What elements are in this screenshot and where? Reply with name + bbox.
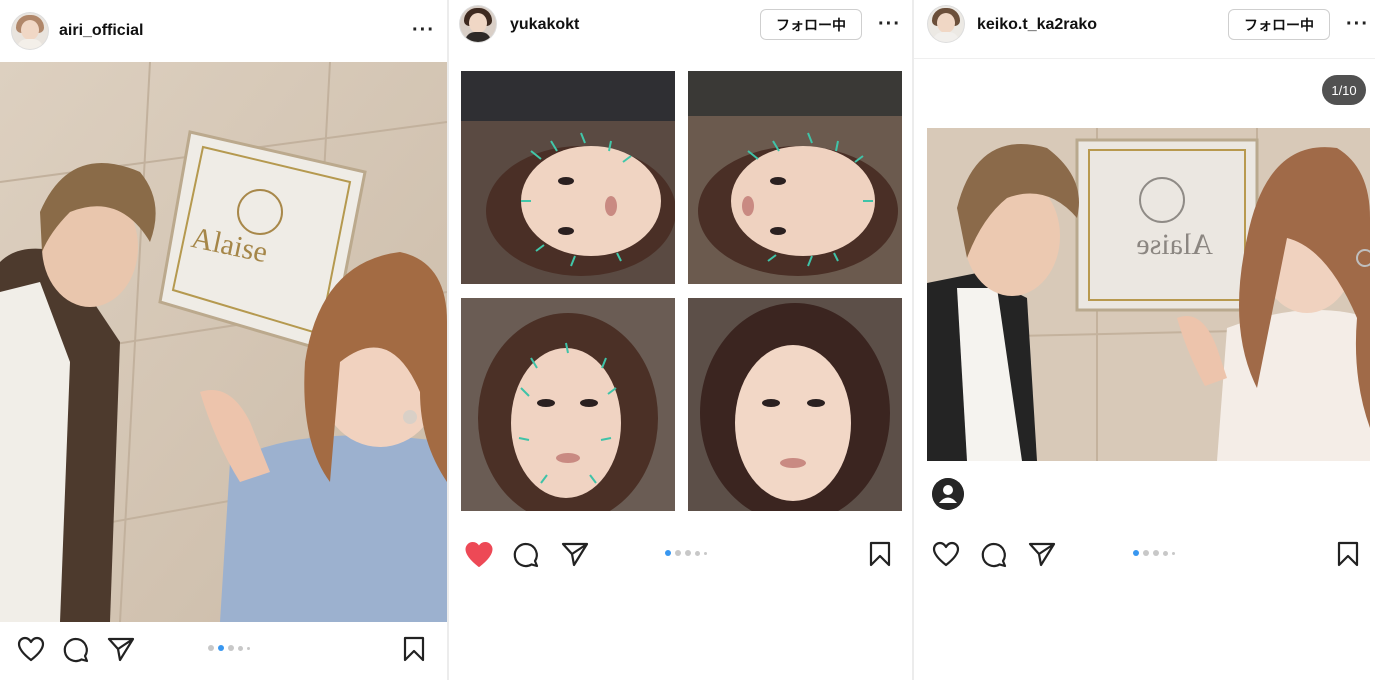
carousel-dot	[675, 550, 681, 556]
svg-text:Alaise: Alaise	[1136, 228, 1213, 261]
share-icon[interactable]	[107, 636, 135, 662]
carousel-dot	[238, 645, 243, 651]
carousel-dot	[695, 550, 700, 556]
carousel-dot	[704, 551, 707, 555]
comment-icon[interactable]	[980, 541, 1008, 569]
photo-illustration	[461, 298, 675, 511]
carousel-indicator	[665, 550, 707, 556]
heart-icon[interactable]	[932, 541, 960, 567]
post-header: yukakokt フォロー中 ···	[449, 0, 912, 60]
carousel-dot-active	[1133, 550, 1139, 556]
username[interactable]: airi_official	[59, 22, 143, 40]
grid-photo-3[interactable]	[461, 298, 675, 511]
carousel-dot	[228, 645, 234, 651]
post-header: airi_official ···	[0, 0, 447, 60]
photo-counter: 1/10	[1322, 75, 1366, 105]
avatar[interactable]	[928, 6, 964, 42]
share-icon[interactable]	[1028, 541, 1056, 567]
more-icon[interactable]: ···	[412, 20, 435, 40]
photo-illustration	[688, 298, 902, 511]
carousel-dot-active	[665, 550, 671, 556]
follow-button[interactable]: フォロー中	[1228, 9, 1330, 40]
header-divider	[914, 58, 1375, 59]
carousel-dot	[1153, 550, 1159, 556]
bookmark-icon[interactable]	[869, 541, 891, 567]
post-photo[interactable]: Alaise	[927, 128, 1370, 461]
photo-illustration	[461, 71, 675, 284]
post-photo[interactable]: Alaise	[0, 62, 447, 622]
comment-icon[interactable]	[62, 636, 90, 664]
carousel-dot	[1172, 551, 1175, 555]
carousel-dot	[685, 550, 691, 556]
post-yukakokt: yukakokt フォロー中 ···	[449, 0, 912, 680]
avatar[interactable]	[12, 13, 48, 49]
grid-photo-1[interactable]	[461, 71, 675, 284]
grid-photo-2[interactable]	[688, 71, 902, 284]
carousel-indicator	[1133, 550, 1175, 556]
avatar[interactable]	[460, 6, 496, 42]
username[interactable]: yukakokt	[510, 16, 579, 34]
share-icon[interactable]	[561, 541, 589, 567]
post-airi-official: airi_official ··· Alaise	[0, 0, 447, 680]
carousel-dot-active	[218, 645, 224, 651]
bookmark-icon[interactable]	[1337, 541, 1359, 567]
comment-icon[interactable]	[512, 541, 540, 569]
bookmark-icon[interactable]	[403, 636, 425, 662]
heart-icon[interactable]	[464, 541, 494, 568]
photo-illustration: Alaise	[927, 128, 1370, 461]
photo-illustration: Alaise	[0, 62, 447, 622]
post-header: keiko.t_ka2rako フォロー中 ···	[914, 0, 1375, 60]
carousel-dot	[247, 646, 250, 650]
post-keiko: keiko.t_ka2rako フォロー中 ··· 1/10 Alaise	[914, 0, 1375, 680]
grid-photo-4[interactable]	[688, 298, 902, 511]
carousel-dot	[208, 645, 214, 651]
heart-icon[interactable]	[17, 636, 45, 662]
carousel-dot	[1163, 550, 1168, 556]
carousel-dot	[1143, 550, 1149, 556]
more-icon[interactable]: ···	[878, 14, 901, 34]
more-icon[interactable]: ···	[1346, 14, 1369, 34]
follow-button[interactable]: フォロー中	[760, 9, 862, 40]
username[interactable]: keiko.t_ka2rako	[977, 16, 1097, 34]
user-tag-icon[interactable]	[932, 478, 964, 510]
carousel-indicator	[208, 645, 250, 651]
photo-illustration	[688, 71, 902, 284]
